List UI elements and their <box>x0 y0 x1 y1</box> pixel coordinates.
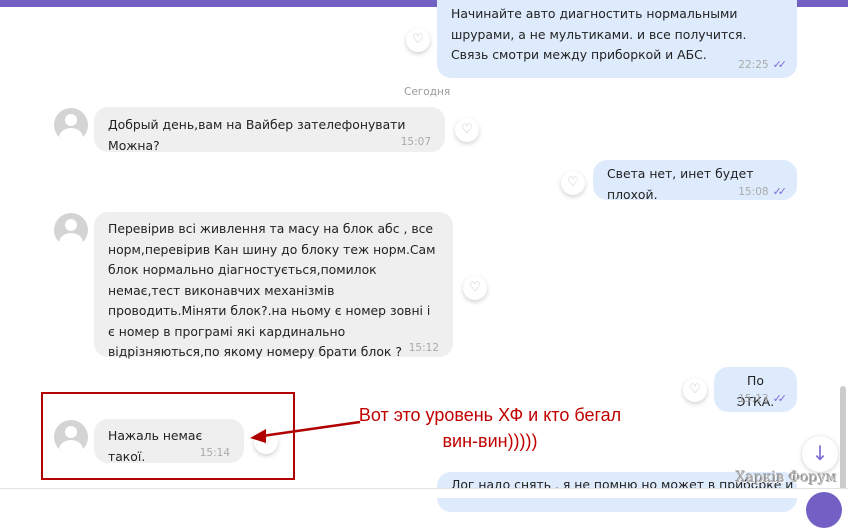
scroll-down-button[interactable]: ↓ <box>802 436 838 472</box>
watermark: Харків Форум <box>736 470 837 486</box>
scrollbar[interactable] <box>840 386 846 498</box>
annotation-text: Вот это уровень ХФ и кто бегал вин-вин))… <box>358 405 622 451</box>
send-button[interactable] <box>806 492 842 528</box>
message-input-bar[interactable] <box>0 488 848 498</box>
